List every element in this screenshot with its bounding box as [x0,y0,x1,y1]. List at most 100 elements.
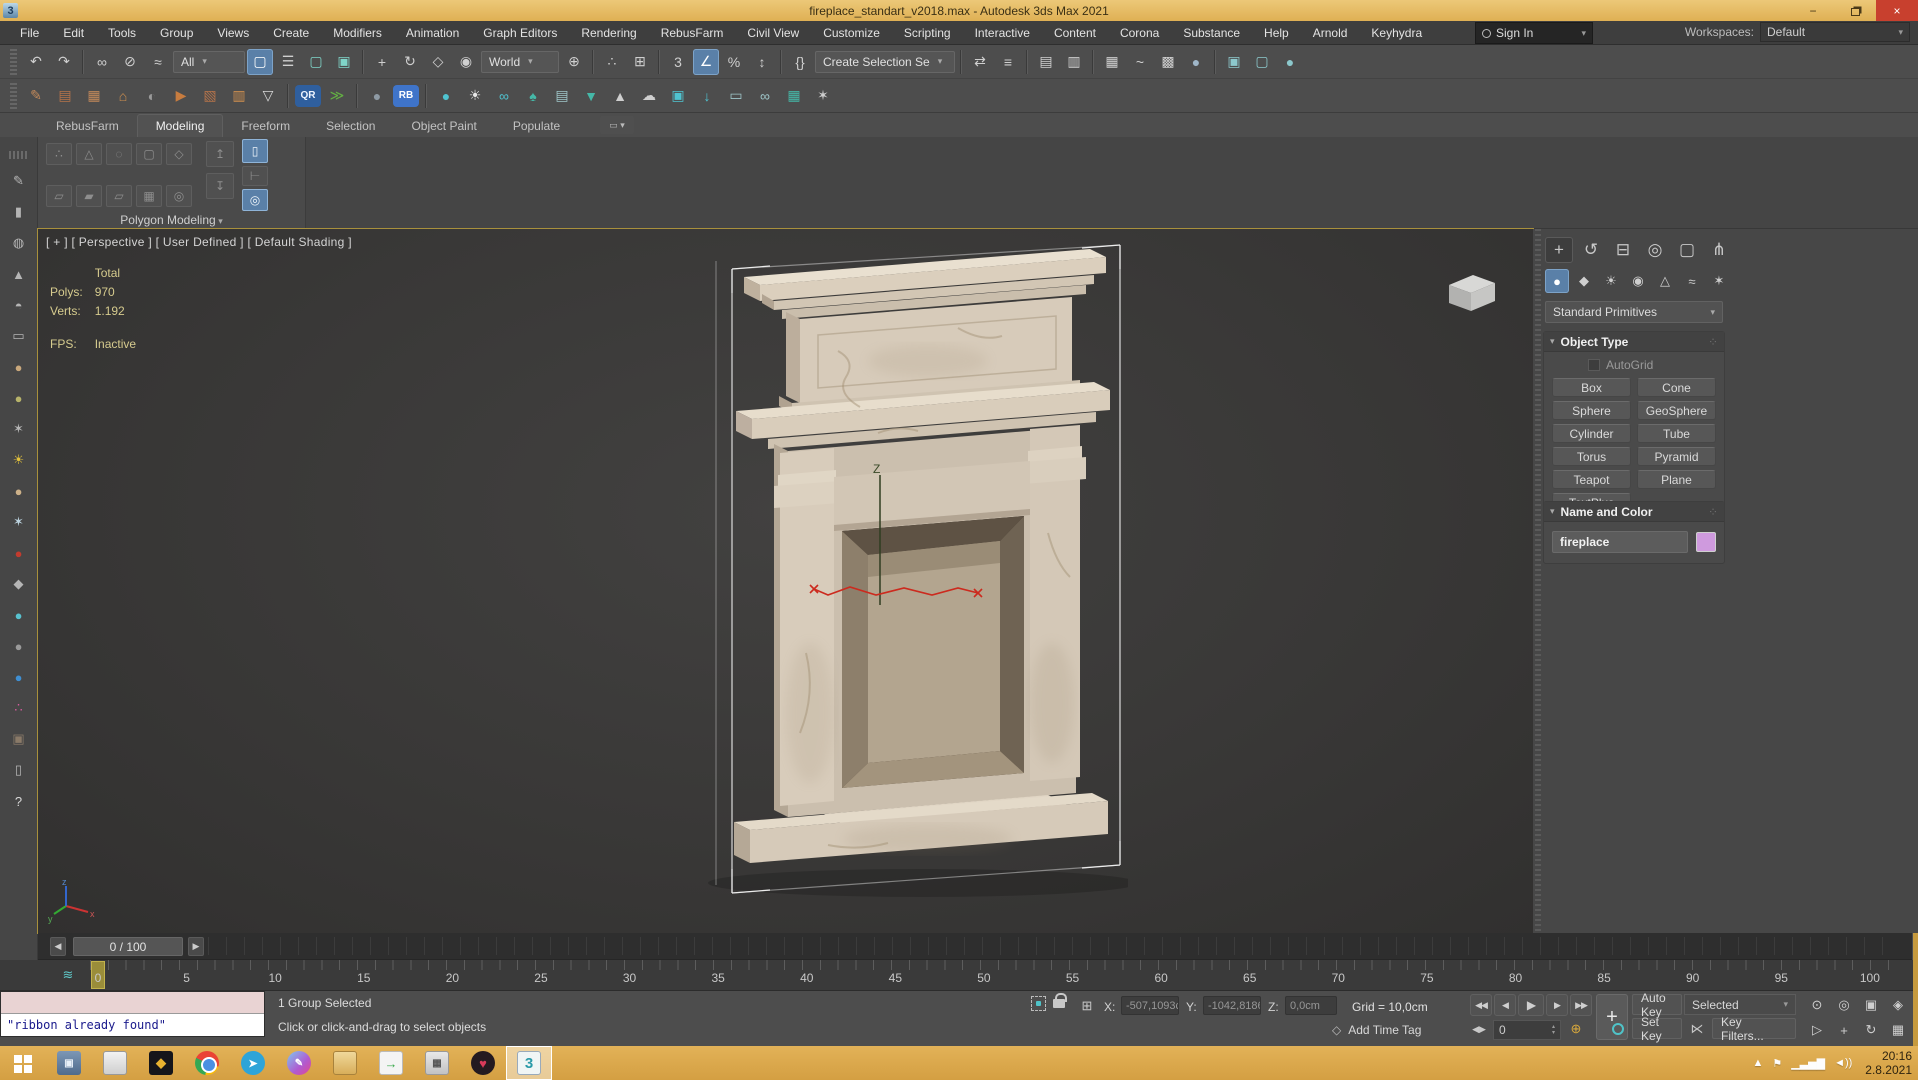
edit-named-selection-sets-icon[interactable]: {} [787,49,813,75]
music-app-taskbar-button[interactable]: ♥ [460,1046,506,1080]
maxscript-output-row[interactable]: "ribbon already found" [1,1014,264,1036]
library-browser-icon[interactable]: ▣ [665,83,691,109]
ribbon-tab[interactable]: Object Paint [393,115,494,137]
rebusfarm-render-icon[interactable]: RB [393,85,419,107]
maximize-viewport-toggle-icon[interactable]: ▦ [1885,1018,1911,1042]
spray-tool-icon[interactable]: ✶ [8,418,30,440]
render-setup-icon[interactable]: ▣ [1221,49,1247,75]
primitive-button[interactable]: Cone [1637,378,1716,397]
menu-item[interactable]: Modifiers [321,21,394,45]
primitive-button[interactable]: Sphere [1552,401,1631,420]
expand-up-icon[interactable]: ↥ [206,141,234,167]
primitive-button[interactable]: Tube [1637,424,1716,443]
panel-grid-tool-icon[interactable]: ▦ [781,83,807,109]
blue-sphere-icon[interactable]: ● [8,666,30,688]
set-key-button[interactable]: Set Key [1632,1018,1682,1039]
undo-icon[interactable]: ↶ [23,49,49,75]
named-selection-set-dropdown[interactable]: Create Selection Se [815,51,955,73]
angle-snap-toggle-icon[interactable]: ∠ [693,49,719,75]
zoom-region-icon[interactable]: ▷ [1804,1018,1830,1042]
set-keys-button[interactable]: + [1596,994,1628,1040]
ribbon-tab[interactable]: Freeform [223,115,308,137]
pencil-tool-icon[interactable]: ▯ [8,759,30,781]
ribbon-display-dropdown[interactable]: ▭ ▾ [600,116,634,134]
timeline-ruler[interactable]: ≋ 05101520253035404550556065707580859095… [0,960,1918,991]
next-frame-icon[interactable]: ▶ [1546,994,1568,1016]
zoom-extents-all-icon[interactable]: ◈ [1885,993,1911,1017]
modify-tab-icon[interactable]: ↺ [1577,237,1605,263]
calculator-tool-icon[interactable]: ▦ [81,83,107,109]
key-steps-icon[interactable]: ⋉ [1686,1018,1708,1040]
dope-sheet-icon[interactable]: ▩ [1155,49,1181,75]
select-by-name-icon[interactable]: ☰ [275,49,301,75]
axe-tool-icon[interactable]: ◆ [8,573,30,595]
primitive-button[interactable]: Torus [1552,447,1631,466]
marker-tool-icon[interactable]: ✎ [8,170,30,192]
rendered-frame-window-icon[interactable]: ▢ [1249,49,1275,75]
close-button[interactable]: × [1876,0,1918,21]
perspective-viewport[interactable]: [ + ] [ Perspective ] [ User Defined ] [… [38,229,1533,933]
use-pivot-point-center-icon[interactable]: ⊕ [561,49,587,75]
menu-item[interactable]: Arnold [1301,21,1360,45]
create-tab-icon[interactable]: + [1545,237,1573,263]
preview-select-icon[interactable]: ◎ [166,185,192,207]
object-type-header[interactable]: Object Type [1544,332,1724,352]
menu-item[interactable]: Customize [811,21,892,45]
geometry-category-icon[interactable]: ● [1545,269,1569,293]
tan-sphere-icon[interactable]: ● [8,356,30,378]
home-tool-icon[interactable]: ⌂ [110,83,136,109]
beige-sphere-icon[interactable]: ● [8,480,30,502]
keyboard-shortcut-override-icon[interactable]: ⊞ [627,49,653,75]
select-and-scale-icon[interactable]: ◇ [425,49,451,75]
preview-subobject-on-icon[interactable]: ▰ [76,185,102,207]
menu-item[interactable]: Keyhydra [1359,21,1434,45]
zoom-icon[interactable]: ⊙ [1804,993,1830,1017]
frame-step-icon[interactable]: ◀▶ [1468,1018,1490,1040]
reference-coordinate-dropdown[interactable]: World [481,51,559,73]
menu-item[interactable]: Animation [394,21,471,45]
zoom-extents-icon[interactable]: ▣ [1858,993,1884,1017]
clock[interactable]: 20:16 2.8.2021 [1865,1049,1912,1077]
autogrid-checkbox[interactable] [1588,359,1600,371]
select-link-icon[interactable]: ∞ [89,49,115,75]
z-coordinate-field[interactable]: 0,0cm [1285,996,1337,1015]
menu-item[interactable]: Civil View [735,21,811,45]
file-explorer-taskbar-button[interactable] [322,1046,368,1080]
snowflake-tool-icon[interactable]: ✶ [8,511,30,533]
edge-mode-icon[interactable]: △ [76,143,102,165]
frame-spinner[interactable]: 0 ▴▾ [1493,1020,1561,1040]
game-app-taskbar-button[interactable]: ✎ [276,1046,322,1080]
tricolor-dots-icon[interactable]: ∴ [8,697,30,719]
scene-folder-icon[interactable]: ▤ [52,83,78,109]
telegram-taskbar-button[interactable]: ➤ [230,1046,276,1080]
spinner-arrows-icon[interactable]: ▴▾ [1552,1024,1555,1036]
cone-tool-icon[interactable]: ▲ [8,263,30,285]
half-sphere-tool-icon[interactable]: ◓ [8,294,30,316]
preview-grid-icon[interactable]: ▦ [136,185,162,207]
export-app-taskbar-button[interactable]: → [368,1046,414,1080]
snaps-toggle-3d-icon[interactable]: 3 [665,49,691,75]
panel-drag-handle[interactable] [1535,229,1541,933]
menu-item[interactable]: File [8,21,51,45]
primitive-button[interactable]: Box [1552,378,1631,397]
cylinder-tool-icon[interactable]: ▮ [8,201,30,223]
helpers-category-icon[interactable]: △ [1653,269,1677,293]
highlight-mode-icon[interactable]: ▯ [242,139,268,163]
volume-icon[interactable]: ◄)) [1834,1057,1852,1069]
go-to-start-icon[interactable]: ◀◀ [1470,994,1492,1016]
shade-mode-icon[interactable]: ◎ [242,189,268,211]
border-mode-icon[interactable]: ◌ [106,143,132,165]
primitive-button[interactable]: Cylinder [1552,424,1631,443]
dock-handle[interactable] [9,151,29,159]
auto-key-button[interactable]: Auto Key [1632,994,1682,1015]
restore-button[interactable] [1834,0,1876,21]
expand-down-icon[interactable]: ↧ [206,173,234,199]
primitives-category-dropdown[interactable]: Standard Primitives [1545,301,1723,323]
utilities-tab-icon[interactable]: ⋔ [1705,237,1733,263]
ribbon-tab[interactable]: RebusFarm [38,115,137,137]
current-frame-display[interactable]: 0 / 100 [73,937,183,956]
red-drop-icon[interactable]: ● [8,542,30,564]
select-and-manipulate-icon[interactable]: ∴ [599,49,625,75]
start-taskbar-button[interactable] [0,1046,46,1080]
ribbon-tab[interactable]: Modeling [137,114,224,137]
